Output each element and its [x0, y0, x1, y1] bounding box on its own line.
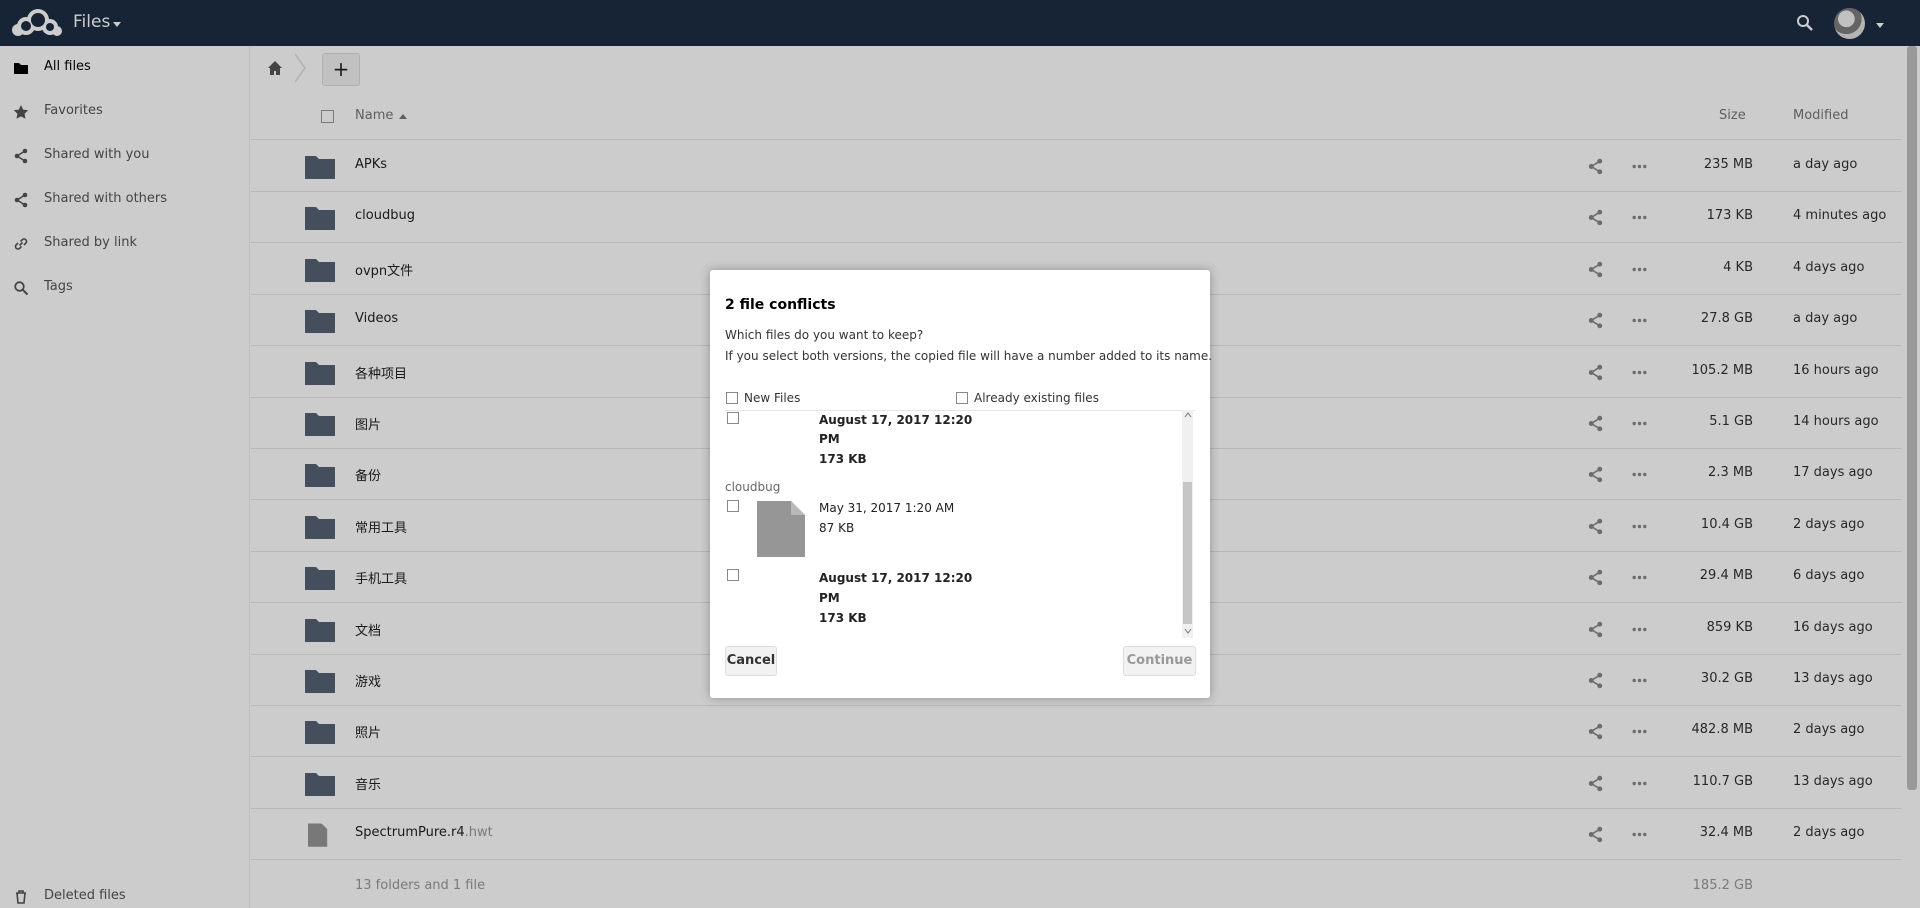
file-icon [757, 501, 805, 557]
existing-file-date: August 17, 2017 12:20 [819, 571, 973, 585]
select-all-new-files-checkbox[interactable] [726, 392, 738, 404]
scrollbar-thumb[interactable] [1183, 482, 1192, 624]
dialog-title: 2 file conflicts [725, 297, 836, 313]
conflict-list[interactable]: August 17, 2017 12:20 PM 173 KB cloudbug… [725, 410, 1195, 638]
existing-file-size: 173 KB [819, 611, 867, 625]
file-conflict-dialog: 2 file conflicts Which files do you want… [710, 270, 1213, 698]
existing-file-checkbox[interactable] [727, 569, 739, 581]
dialog-question: Which files do you want to keep? [725, 328, 924, 342]
new-file-date: May 31, 2017 1:20 AM [819, 501, 955, 515]
new-file-size: 87 KB [819, 521, 855, 535]
existing-file-date-suffix: PM [819, 432, 840, 446]
existing-file-date-suffix: PM [819, 591, 840, 605]
scroll-down-arrow-icon[interactable] [1184, 627, 1192, 635]
existing-files-label[interactable]: Already existing files [974, 391, 1099, 405]
conflict-filename: cloudbug [725, 480, 781, 494]
continue-button[interactable]: Continue [1123, 646, 1196, 676]
existing-file-size: 173 KB [819, 452, 867, 466]
new-file-checkbox[interactable] [727, 500, 739, 512]
select-all-existing-files-checkbox[interactable] [956, 392, 968, 404]
existing-file-date: August 17, 2017 12:20 [819, 413, 973, 427]
dialog-explanation: If you select both versions, the copied … [725, 349, 1213, 363]
cancel-button[interactable]: Cancel [725, 646, 777, 676]
existing-file-checkbox[interactable] [727, 412, 739, 424]
scroll-up-arrow-icon[interactable] [1184, 411, 1192, 419]
new-files-label[interactable]: New Files [744, 391, 800, 405]
